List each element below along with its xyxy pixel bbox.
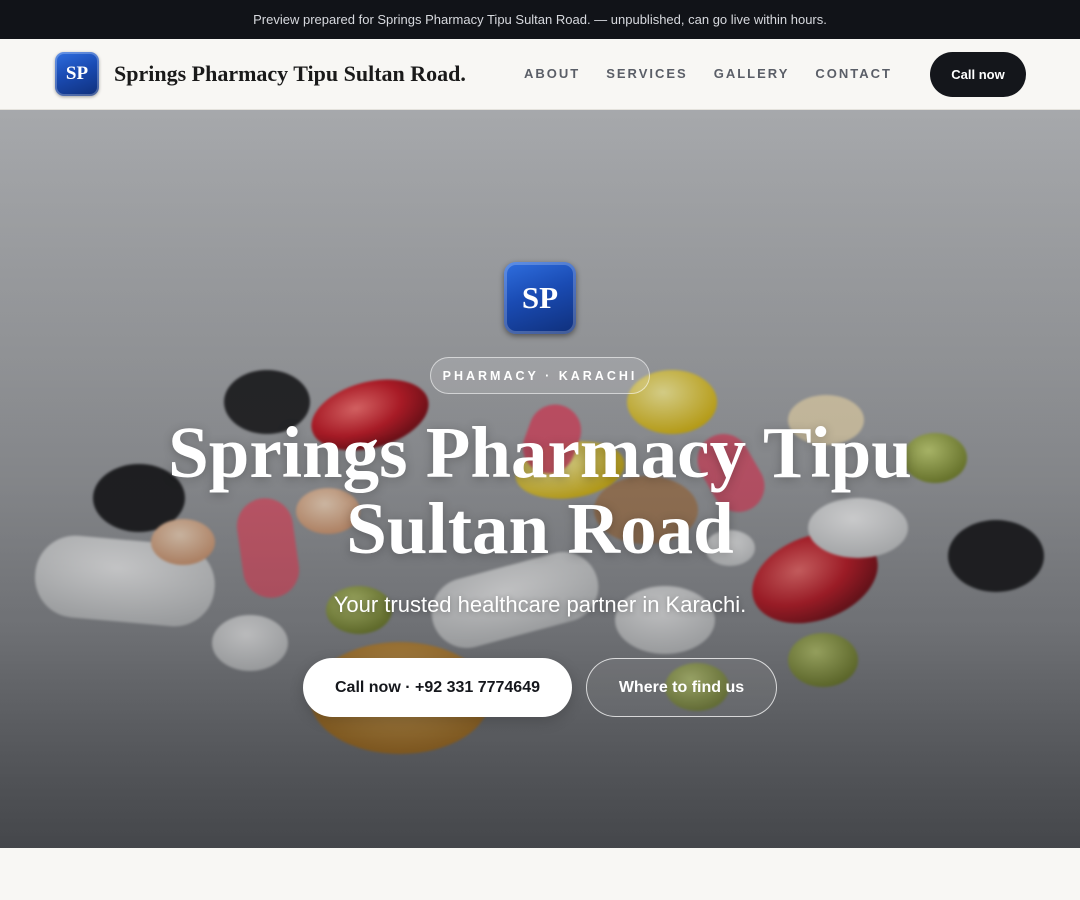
- preview-banner-text: Preview prepared for Springs Pharmacy Ti…: [253, 12, 827, 27]
- logo-initials: SP: [65, 63, 89, 84]
- hero-title: Springs Pharmacy Tipu Sultan Road: [168, 412, 912, 569]
- category-pill: PHARMACY · KARACHI: [430, 357, 650, 394]
- preview-banner: Preview prepared for Springs Pharmacy Ti…: [0, 0, 1080, 39]
- nav-link-contact[interactable]: CONTACT: [815, 66, 892, 81]
- logo-badge[interactable]: SP: [55, 52, 99, 96]
- nav-link-about[interactable]: ABOUT: [524, 66, 580, 81]
- call-phone-button[interactable]: Call now · +92 331 7774649: [303, 658, 572, 717]
- hero-subtitle: Your trusted healthcare partner in Karac…: [333, 592, 747, 617]
- nav-links: ABOUT SERVICES GALLERY CONTACT: [524, 66, 892, 81]
- hero-section: SP PHARMACY · KARACHI Springs Pharmacy T…: [0, 110, 1080, 848]
- nav-link-services[interactable]: SERVICES: [606, 66, 688, 81]
- hero-logo-initials: SP: [521, 280, 559, 315]
- where-to-find-us-button[interactable]: Where to find us: [586, 658, 777, 717]
- hero-logo-badge: SP: [504, 262, 576, 334]
- nav-link-gallery[interactable]: GALLERY: [714, 66, 790, 81]
- call-now-button[interactable]: Call now: [930, 52, 1026, 97]
- brand-name[interactable]: Springs Pharmacy Tipu Sultan Road.: [114, 61, 466, 87]
- site-header: SP Springs Pharmacy Tipu Sultan Road. AB…: [0, 39, 1080, 110]
